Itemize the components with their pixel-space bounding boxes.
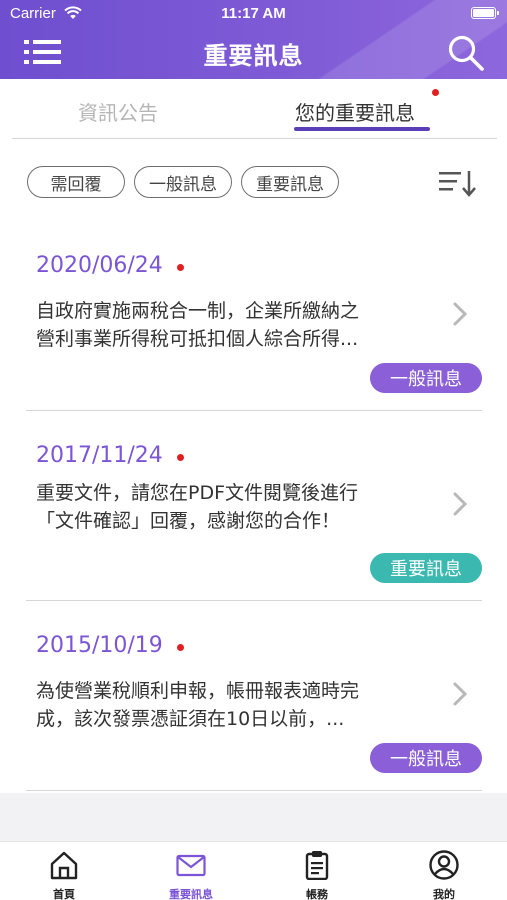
unread-dot bbox=[177, 644, 184, 651]
screen: Carrier 11:17 AM 重要訊息 資訊公告 您的重要訊息 需回覆 一般… bbox=[0, 0, 507, 900]
nav-important-messages-label: 重要訊息 bbox=[169, 888, 213, 900]
active-tab-indicator bbox=[294, 127, 430, 131]
clipboard-icon bbox=[305, 851, 329, 880]
divider bbox=[26, 600, 482, 601]
message-category-badge[interactable]: 一般訊息 bbox=[370, 363, 482, 393]
nav-home-label: 首頁 bbox=[53, 888, 75, 900]
header-bar: Carrier 11:17 AM 重要訊息 bbox=[0, 0, 507, 79]
chevron-right-icon bbox=[453, 682, 468, 706]
message-item[interactable]: 2020/06/24 自政府實施兩稅合一制，企業所繳納之 營利事業所得稅可抵扣個… bbox=[0, 232, 507, 422]
battery-icon bbox=[471, 7, 499, 19]
sort-icon bbox=[439, 171, 476, 197]
nav-profile-label: 我的 bbox=[433, 888, 455, 900]
nav-home[interactable]: 首頁 bbox=[9, 846, 119, 900]
home-icon bbox=[50, 851, 78, 880]
search-icon bbox=[448, 35, 484, 71]
nav-billing-label: 帳務 bbox=[306, 888, 328, 900]
message-item[interactable]: 2017/11/24 重要文件，請您在PDF文件閱覽後進行 「文件確認」回覆，感… bbox=[0, 422, 507, 612]
nav-profile[interactable]: 我的 bbox=[389, 846, 499, 900]
divider bbox=[26, 790, 482, 791]
tab-unread-dot bbox=[432, 89, 439, 96]
filter-needs-reply[interactable]: 需回覆 bbox=[27, 166, 125, 198]
message-text-line-1: 重要文件，請您在PDF文件閱覽後進行 bbox=[36, 482, 359, 504]
message-item[interactable]: 2015/10/19 為使營業稅順利申報，帳冊報表適時完 成，該次發票憑証須在1… bbox=[0, 612, 507, 802]
bottom-navigation: 首頁 重要訊息 帳務 我的 bbox=[0, 841, 507, 900]
message-text-line-2: 成，該次發票憑証須在10日以前，... bbox=[36, 708, 345, 730]
list-footer-spacer bbox=[0, 793, 507, 841]
message-text-line-2: 「文件確認」回覆，感謝您的合作！ bbox=[36, 510, 341, 532]
page-title: 重要訊息 bbox=[203, 42, 304, 70]
message-text-line-1: 自政府實施兩稅合一制，企業所繳納之 bbox=[36, 300, 360, 322]
divider bbox=[26, 410, 482, 411]
status-time: 11:17 AM bbox=[221, 5, 286, 22]
tab-bar: 資訊公告 您的重要訊息 bbox=[12, 80, 497, 139]
unread-dot bbox=[177, 454, 184, 461]
unread-dot bbox=[177, 264, 184, 271]
nav-billing[interactable]: 帳務 bbox=[262, 846, 372, 900]
chevron-right-icon bbox=[453, 492, 468, 516]
status-bar: Carrier 11:17 AM bbox=[0, 0, 507, 28]
message-date: 2015/10/19 bbox=[36, 633, 163, 658]
tab-important-messages[interactable]: 您的重要訊息 bbox=[295, 97, 415, 126]
tab-announcements[interactable]: 資訊公告 bbox=[78, 97, 158, 126]
message-category-badge[interactable]: 一般訊息 bbox=[370, 743, 482, 773]
message-date: 2017/11/24 bbox=[36, 443, 163, 468]
message-category-badge[interactable]: 重要訊息 bbox=[370, 553, 482, 583]
message-text-line-1: 為使營業稅順利申報，帳冊報表適時完 bbox=[36, 680, 360, 702]
filter-general[interactable]: 一般訊息 bbox=[134, 166, 232, 198]
user-icon bbox=[429, 850, 459, 880]
mail-icon bbox=[176, 854, 206, 877]
nav-important-messages[interactable]: 重要訊息 bbox=[136, 846, 246, 900]
sort-button[interactable] bbox=[437, 168, 477, 198]
message-text-line-2: 營利事業所得稅可抵扣個人綜合所得... bbox=[36, 328, 359, 350]
filter-important[interactable]: 重要訊息 bbox=[241, 166, 339, 198]
chevron-right-icon bbox=[453, 302, 468, 326]
message-date: 2020/06/24 bbox=[36, 253, 163, 278]
search-button[interactable] bbox=[447, 34, 485, 72]
